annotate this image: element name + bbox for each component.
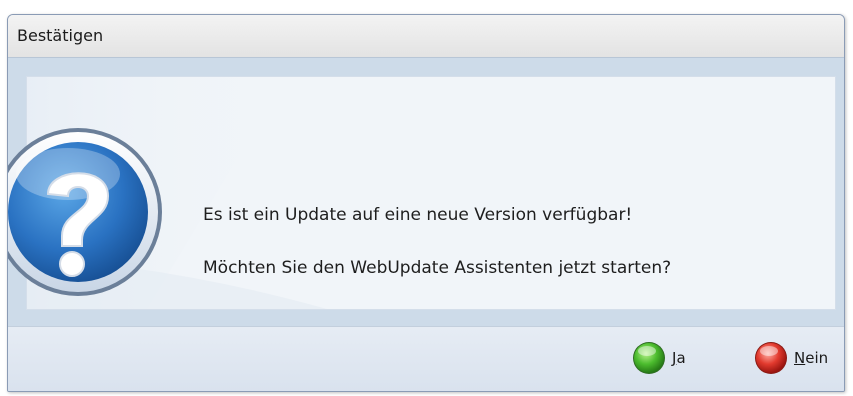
question-icon (8, 128, 162, 296)
no-button-label: Nein (794, 349, 828, 367)
green-orb-icon (633, 342, 665, 374)
no-accelerator: N (794, 349, 806, 367)
yes-label-rest: a (676, 349, 686, 367)
no-label-rest: ein (805, 349, 829, 367)
title-bar[interactable]: Bestätigen (8, 15, 844, 57)
dialog-title: Bestätigen (17, 26, 104, 45)
message-line-2: Möchten Sie den WebUpdate Assistenten je… (203, 258, 672, 278)
confirm-dialog: Bestätigen Es ist ein Update auf eine ne… (7, 14, 845, 392)
button-bar: Ja Nein (8, 326, 844, 391)
red-orb-icon (755, 342, 787, 374)
dialog-body: Es ist ein Update auf eine neue Version … (8, 57, 844, 326)
no-button[interactable]: Nein (754, 341, 828, 375)
message-line-1: Es ist ein Update auf eine neue Version … (203, 205, 633, 225)
yes-button[interactable]: Ja (632, 341, 686, 375)
yes-button-label: Ja (672, 349, 686, 367)
